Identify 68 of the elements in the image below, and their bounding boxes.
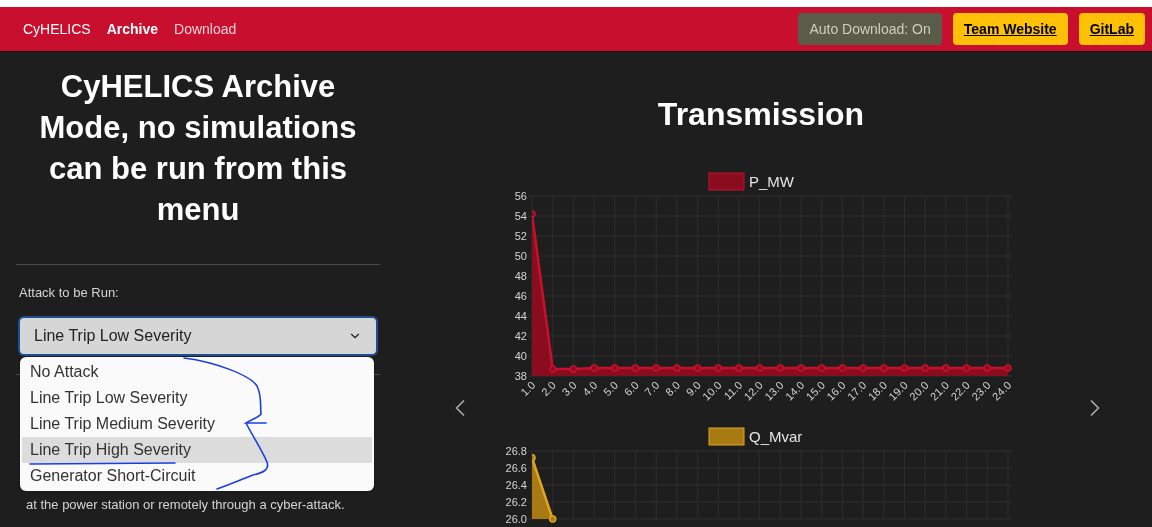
x-tick-label: 5.0 xyxy=(600,378,621,399)
y-tick-label: 44 xyxy=(514,310,527,322)
y-tick-label: 48 xyxy=(514,270,527,282)
y-tick-label: 46 xyxy=(514,290,527,302)
data-point xyxy=(755,364,764,372)
archive-mode-heading: CyHELICS Archive Mode, no simulations can be run from this menu xyxy=(38,68,358,229)
data-point xyxy=(735,364,743,372)
data-point xyxy=(1004,364,1012,372)
dropdown-option[interactable]: Line Trip Low Severity xyxy=(22,385,372,411)
nav-link[interactable]: Download xyxy=(174,18,237,40)
attack-description: at the power station or remotely through a cyber-attack. xyxy=(26,495,346,514)
y-tick-label: 26.6 xyxy=(505,462,527,474)
y-tick-label: 26.8 xyxy=(505,445,527,457)
data-point xyxy=(859,364,867,372)
data-point xyxy=(714,364,722,372)
y-tick-label: 52 xyxy=(514,230,527,242)
data-point xyxy=(652,364,660,372)
data-point xyxy=(693,364,702,372)
section-title: Transmission xyxy=(657,95,865,134)
x-tick-label: 6.0 xyxy=(621,378,641,399)
data-point xyxy=(797,364,805,372)
y-tick-label: 42 xyxy=(514,330,527,342)
dropdown-option[interactable]: No Attack xyxy=(22,359,372,385)
data-point xyxy=(569,365,578,373)
link-button[interactable]: GitLab xyxy=(1078,13,1145,45)
nav-link[interactable]: Archive xyxy=(106,18,159,40)
attack-select[interactable]: Line Trip Low Severity xyxy=(18,315,378,356)
brand-link[interactable]: CyHELICS xyxy=(23,18,91,40)
dropdown-option[interactable]: Line Trip Medium Severity xyxy=(22,411,372,437)
data-point xyxy=(548,365,557,373)
data-point xyxy=(776,364,785,372)
data-point xyxy=(532,210,536,218)
y-tick-label: 38 xyxy=(514,370,527,382)
data-point xyxy=(962,364,971,372)
data-point xyxy=(983,364,992,372)
x-tick-label: 7.0 xyxy=(642,378,662,399)
link-button[interactable]: Team Website xyxy=(952,13,1068,45)
y-tick-label: 26.4 xyxy=(505,479,527,491)
y-tick-label: 40 xyxy=(514,350,527,362)
x-tick-label: 11.0 xyxy=(721,378,745,402)
y-tick-label: 26.0 xyxy=(505,513,527,525)
data-point xyxy=(631,364,640,372)
x-tick-label: 2.0 xyxy=(538,378,559,399)
data-point xyxy=(818,364,826,372)
data-point xyxy=(921,364,929,372)
x-tick-label: 3.0 xyxy=(559,378,579,399)
status-button[interactable]: Auto Download: On xyxy=(798,13,942,45)
dropdown-option[interactable]: Line Trip High Severity xyxy=(22,437,372,463)
data-point xyxy=(838,364,847,372)
attack-label: Attack to be Run: xyxy=(19,284,120,302)
data-point xyxy=(590,364,598,372)
data-point xyxy=(942,364,950,372)
y-tick-label: 56 xyxy=(514,190,527,202)
data-point xyxy=(611,364,619,372)
data-point xyxy=(532,454,536,462)
x-tick-label: 8.0 xyxy=(663,378,683,399)
data-point xyxy=(548,515,557,523)
x-tick-label: 9.0 xyxy=(683,378,703,399)
y-tick-label: 26.2 xyxy=(505,496,527,508)
y-tick-label: 54 xyxy=(514,210,527,222)
y-tick-label: 50 xyxy=(514,250,527,262)
data-point xyxy=(900,364,909,372)
dropdown-option[interactable]: Generator Short-Circuit xyxy=(22,463,372,489)
legend-label: P_MW xyxy=(749,173,794,190)
data-point xyxy=(880,364,888,372)
legend-label: Q_Mvar xyxy=(749,428,803,445)
data-point xyxy=(673,364,681,372)
x-tick-label: 4.0 xyxy=(580,378,600,399)
